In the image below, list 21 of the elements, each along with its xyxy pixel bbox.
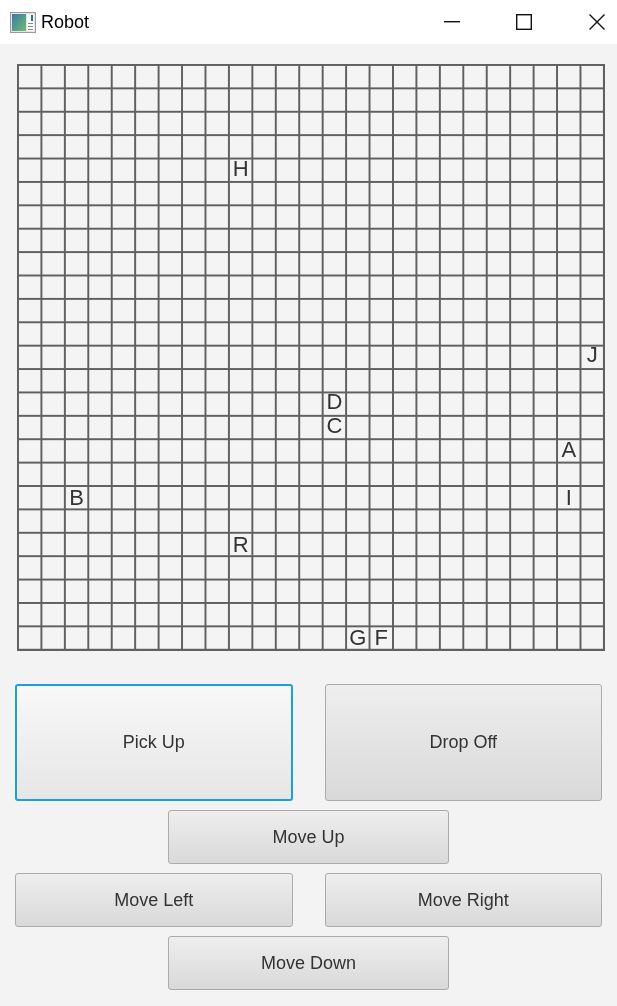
grid-letter: B (69, 486, 84, 509)
action-button[interactable]: Pick Up (15, 684, 293, 801)
app-icon (10, 11, 36, 33)
minimize-icon (444, 21, 460, 23)
action-button[interactable]: Move Down (168, 936, 449, 990)
grid-letter: H (232, 158, 249, 181)
action-button[interactable]: Move Right (324, 873, 602, 927)
window-title: Robot (41, 13, 90, 31)
maximize-icon (516, 14, 532, 30)
grid-letter: G (349, 627, 367, 649)
close-icon (589, 14, 605, 30)
action-button[interactable]: Move Up (168, 810, 449, 864)
grid-letter: I (565, 486, 572, 509)
action-button[interactable]: Move Left (15, 873, 293, 927)
grid-letter: J (586, 344, 598, 367)
action-button[interactable]: Drop Off (324, 684, 602, 801)
grid-letter: D (326, 391, 343, 414)
grid-letter: F (374, 627, 389, 649)
grid-letter: R (232, 533, 249, 556)
grid-letter: C (326, 415, 343, 438)
grid-letter: A (561, 439, 577, 462)
